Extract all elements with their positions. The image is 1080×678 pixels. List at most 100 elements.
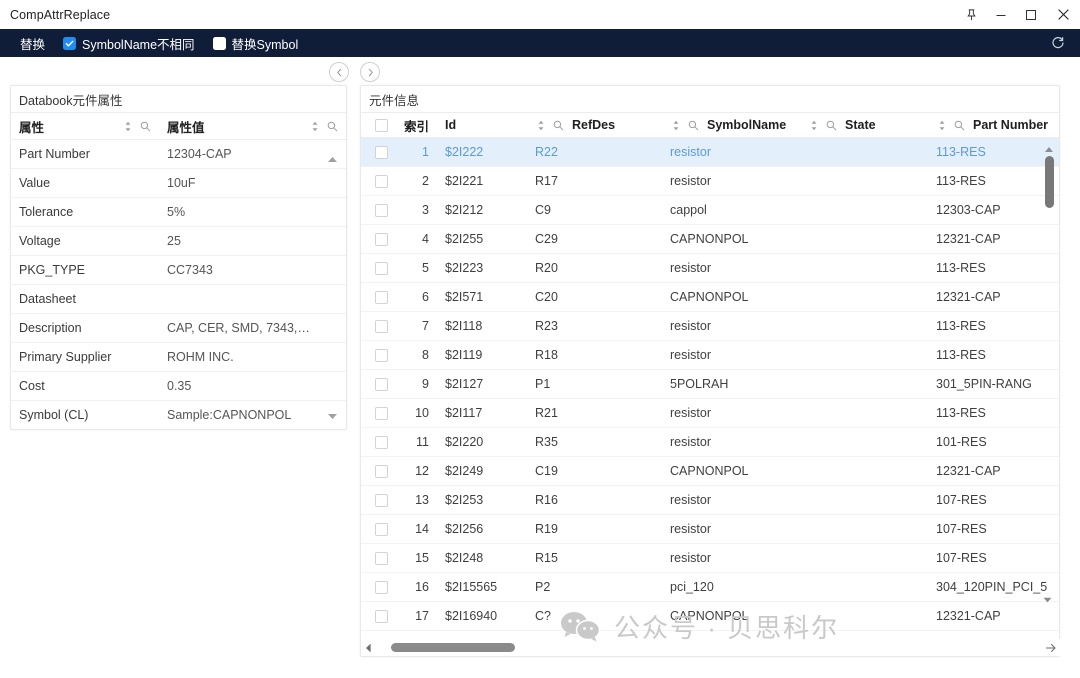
checkbox-icon[interactable] [375, 320, 388, 333]
vertical-scrollbar-thumb[interactable] [1045, 156, 1054, 208]
minimize-button[interactable] [986, 0, 1016, 29]
table-row[interactable]: 6$2I571C20CAPNONPOL12321-CAP [361, 283, 1059, 312]
attribute-row[interactable]: Voltage25 [11, 227, 346, 256]
table-row[interactable]: 8$2I119R18resistor113-RES [361, 341, 1059, 370]
column-header-refdes[interactable]: RefDes [529, 118, 664, 132]
checkbox-icon[interactable] [375, 378, 388, 391]
horizontal-scrollbar-thumb[interactable] [391, 643, 515, 652]
checkbox-icon[interactable] [375, 494, 388, 507]
horizontal-scrollbar-track[interactable] [375, 639, 1061, 656]
row-checkbox[interactable] [361, 146, 401, 159]
checkbox-icon[interactable] [375, 146, 388, 159]
table-row[interactable]: 13$2I253R16resistor107-RES [361, 486, 1059, 515]
scroll-up-button[interactable] [327, 150, 338, 168]
checkbox-icon[interactable] [375, 552, 388, 565]
column-header-partnumber[interactable]: Part Number [930, 118, 1060, 132]
sort-icon[interactable] [936, 119, 947, 131]
column-header-index[interactable]: 索引 [401, 116, 439, 135]
sort-icon[interactable] [535, 119, 546, 131]
attribute-row[interactable]: Tolerance5% [11, 198, 346, 227]
checkbox-icon[interactable] [375, 436, 388, 449]
checkbox-icon[interactable] [375, 349, 388, 362]
attribute-row[interactable]: Symbol (CL)Sample:CAPNONPOL [11, 401, 346, 426]
row-checkbox[interactable] [361, 320, 401, 333]
checkbox-checked-icon[interactable] [63, 37, 76, 50]
table-row[interactable]: 7$2I118R23resistor113-RES [361, 312, 1059, 341]
attribute-row[interactable]: PKG_TYPECC7343 [11, 256, 346, 285]
refresh-button[interactable] [1050, 35, 1066, 51]
table-row[interactable]: 11$2I220R35resistor101-RES [361, 428, 1059, 457]
row-checkbox[interactable] [361, 436, 401, 449]
table-row[interactable]: 9$2I127P15POLRAH301_5PIN-RANG [361, 370, 1059, 399]
table-row[interactable]: 4$2I255C29CAPNONPOL12321-CAP [361, 225, 1059, 254]
row-checkbox[interactable] [361, 494, 401, 507]
table-row[interactable]: 17$2I16940C?CAPNONPOL12321-CAP [361, 602, 1059, 631]
attribute-row[interactable]: Primary SupplierROHM INC. [11, 343, 346, 372]
checkbox-unchecked-icon[interactable] [213, 37, 226, 50]
table-row[interactable]: 12$2I249C19CAPNONPOL12321-CAP [361, 457, 1059, 486]
row-checkbox[interactable] [361, 349, 401, 362]
table-row[interactable]: 2$2I221R17resistor113-RES [361, 167, 1059, 196]
table-row[interactable]: 15$2I248R15resistor107-RES [361, 544, 1059, 573]
row-checkbox[interactable] [361, 233, 401, 246]
table-row[interactable]: 3$2I212C9cappol12303-CAP [361, 196, 1059, 225]
next-button[interactable] [360, 62, 380, 82]
row-checkbox[interactable] [361, 407, 401, 420]
pin-button[interactable] [956, 0, 986, 29]
row-checkbox[interactable] [361, 552, 401, 565]
checkbox-icon[interactable] [375, 610, 388, 623]
row-checkbox[interactable] [361, 175, 401, 188]
row-checkbox[interactable] [361, 523, 401, 536]
column-header-attribute-value[interactable]: 属性值 [159, 117, 346, 136]
checkbox-icon[interactable] [375, 407, 388, 420]
attribute-row[interactable]: Value10uF [11, 169, 346, 198]
row-checkbox[interactable] [361, 610, 401, 623]
table-row[interactable]: 14$2I256R19resistor107-RES [361, 515, 1059, 544]
maximize-button[interactable] [1016, 0, 1046, 29]
sort-icon[interactable] [808, 119, 819, 131]
table-row[interactable]: 10$2I117R21resistor113-RES [361, 399, 1059, 428]
checkbox-icon[interactable] [375, 581, 388, 594]
checkbox-icon[interactable] [375, 119, 388, 132]
search-icon[interactable] [553, 119, 564, 131]
scroll-down-arrow-icon[interactable] [1043, 590, 1052, 608]
search-icon[interactable] [826, 119, 837, 131]
table-row[interactable]: 1$2I222R22resistor113-RES [361, 138, 1059, 167]
search-icon[interactable] [688, 119, 699, 131]
row-checkbox[interactable] [361, 291, 401, 304]
scroll-left-arrow-icon[interactable] [361, 643, 375, 653]
replace-action-label[interactable]: 替换 [20, 34, 45, 53]
column-header-id[interactable]: Id [439, 118, 529, 132]
checkbox-icon[interactable] [375, 465, 388, 478]
sort-icon[interactable] [309, 120, 320, 132]
scroll-right-arrow-icon[interactable] [1045, 641, 1057, 659]
row-checkbox[interactable] [361, 262, 401, 275]
checkbox-replace-symbol[interactable]: 替换Symbol [213, 34, 299, 53]
attribute-row[interactable]: DescriptionCAP, CER, SMD, 7343, 25V,... [11, 314, 346, 343]
checkbox-icon[interactable] [375, 523, 388, 536]
select-all-checkbox[interactable] [361, 119, 401, 132]
prev-button[interactable] [329, 62, 349, 82]
column-header-state[interactable]: State [802, 118, 930, 132]
row-checkbox[interactable] [361, 204, 401, 217]
checkbox-symbolname-differs[interactable]: SymbolName不相同 [63, 34, 195, 53]
search-icon[interactable] [327, 120, 338, 132]
row-checkbox[interactable] [361, 465, 401, 478]
table-row[interactable]: 16$2I15565P2pci_120304_120PIN_PCI_5 [361, 573, 1059, 602]
row-checkbox[interactable] [361, 581, 401, 594]
search-icon[interactable] [954, 119, 965, 131]
checkbox-icon[interactable] [375, 175, 388, 188]
sort-icon[interactable] [670, 119, 681, 131]
row-checkbox[interactable] [361, 378, 401, 391]
checkbox-icon[interactable] [375, 233, 388, 246]
table-row[interactable]: 5$2I223R20resistor113-RES [361, 254, 1059, 283]
attribute-row[interactable]: Part Number12304-CAP [11, 140, 346, 169]
checkbox-icon[interactable] [375, 204, 388, 217]
close-button[interactable] [1046, 0, 1080, 29]
horizontal-scrollbar[interactable] [361, 639, 1061, 656]
column-header-attribute[interactable]: 属性 [11, 117, 159, 136]
checkbox-icon[interactable] [375, 291, 388, 304]
vertical-scrollbar[interactable] [1043, 138, 1056, 650]
column-header-symbolname[interactable]: SymbolName [664, 118, 802, 132]
attribute-row[interactable]: Cost0.35 [11, 372, 346, 401]
